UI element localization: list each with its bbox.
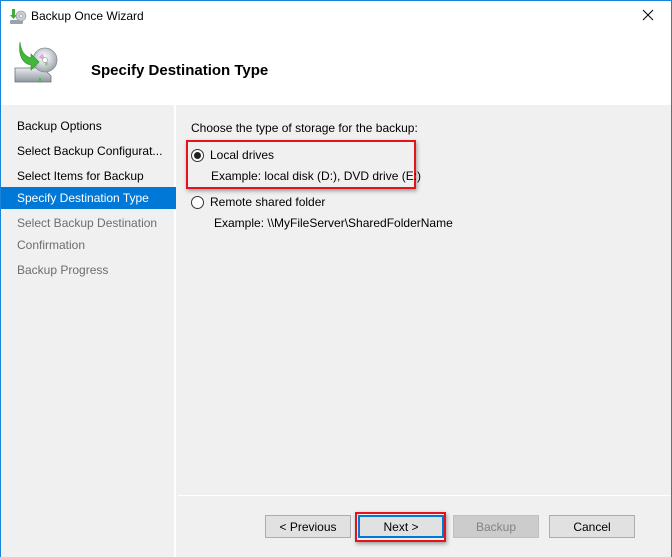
remote-shared-folder-radio[interactable]: [191, 196, 204, 209]
step-label: Select Backup Configurat...: [17, 144, 163, 158]
step-select-items-for-backup[interactable]: Select Items for Backup: [1, 165, 176, 187]
step-select-backup-configuration[interactable]: Select Backup Configurat...: [1, 140, 176, 162]
previous-button[interactable]: < Previous: [265, 515, 351, 538]
button-area-divider: [178, 495, 671, 496]
step-label: Select Backup Destination: [17, 216, 158, 230]
backup-drive-disc-icon: [9, 38, 59, 88]
wizard-window: Backup Once Wizard Specify Destination T…: [0, 0, 672, 557]
step-backup-progress: Backup Progress: [1, 259, 176, 281]
step-select-backup-destination: Select Backup Destination: [1, 212, 176, 234]
step-label: Backup Options: [17, 119, 102, 133]
title-bar: Backup Once Wizard: [1, 1, 671, 32]
step-backup-options[interactable]: Backup Options: [1, 115, 176, 137]
wizard-body: Backup Options Select Backup Configurat.…: [1, 105, 671, 557]
next-button[interactable]: Next >: [358, 515, 444, 538]
content-panel: Choose the type of storage for the backu…: [178, 105, 671, 495]
storage-type-prompt: Choose the type of storage for the backu…: [191, 121, 418, 135]
cancel-button[interactable]: Cancel: [549, 515, 635, 538]
window-title: Backup Once Wizard: [31, 9, 144, 23]
local-drives-example: Example: local disk (D:), DVD drive (E:): [211, 169, 422, 183]
step-label: Specify Destination Type: [17, 191, 149, 205]
local-drives-label[interactable]: Local drives: [210, 148, 274, 162]
close-icon: [642, 9, 654, 24]
step-label: Backup Progress: [17, 263, 109, 277]
wizard-header: Specify Destination Type: [1, 32, 671, 105]
backup-button: Backup: [453, 515, 539, 538]
remote-shared-folder-label[interactable]: Remote shared folder: [210, 195, 325, 209]
backup-wizard-icon: [9, 9, 27, 25]
step-confirmation: Confirmation: [1, 234, 176, 256]
page-title: Specify Destination Type: [91, 62, 269, 79]
wizard-steps-sidebar: Backup Options Select Backup Configurat.…: [1, 105, 176, 557]
local-drives-radio[interactable]: [191, 149, 204, 162]
step-label: Select Items for Backup: [17, 169, 144, 183]
step-specify-destination-type[interactable]: Specify Destination Type: [1, 187, 176, 209]
remote-shared-folder-example: Example: \\MyFileServer\SharedFolderName: [214, 216, 453, 230]
close-button[interactable]: [625, 1, 671, 31]
step-label: Confirmation: [17, 238, 86, 252]
